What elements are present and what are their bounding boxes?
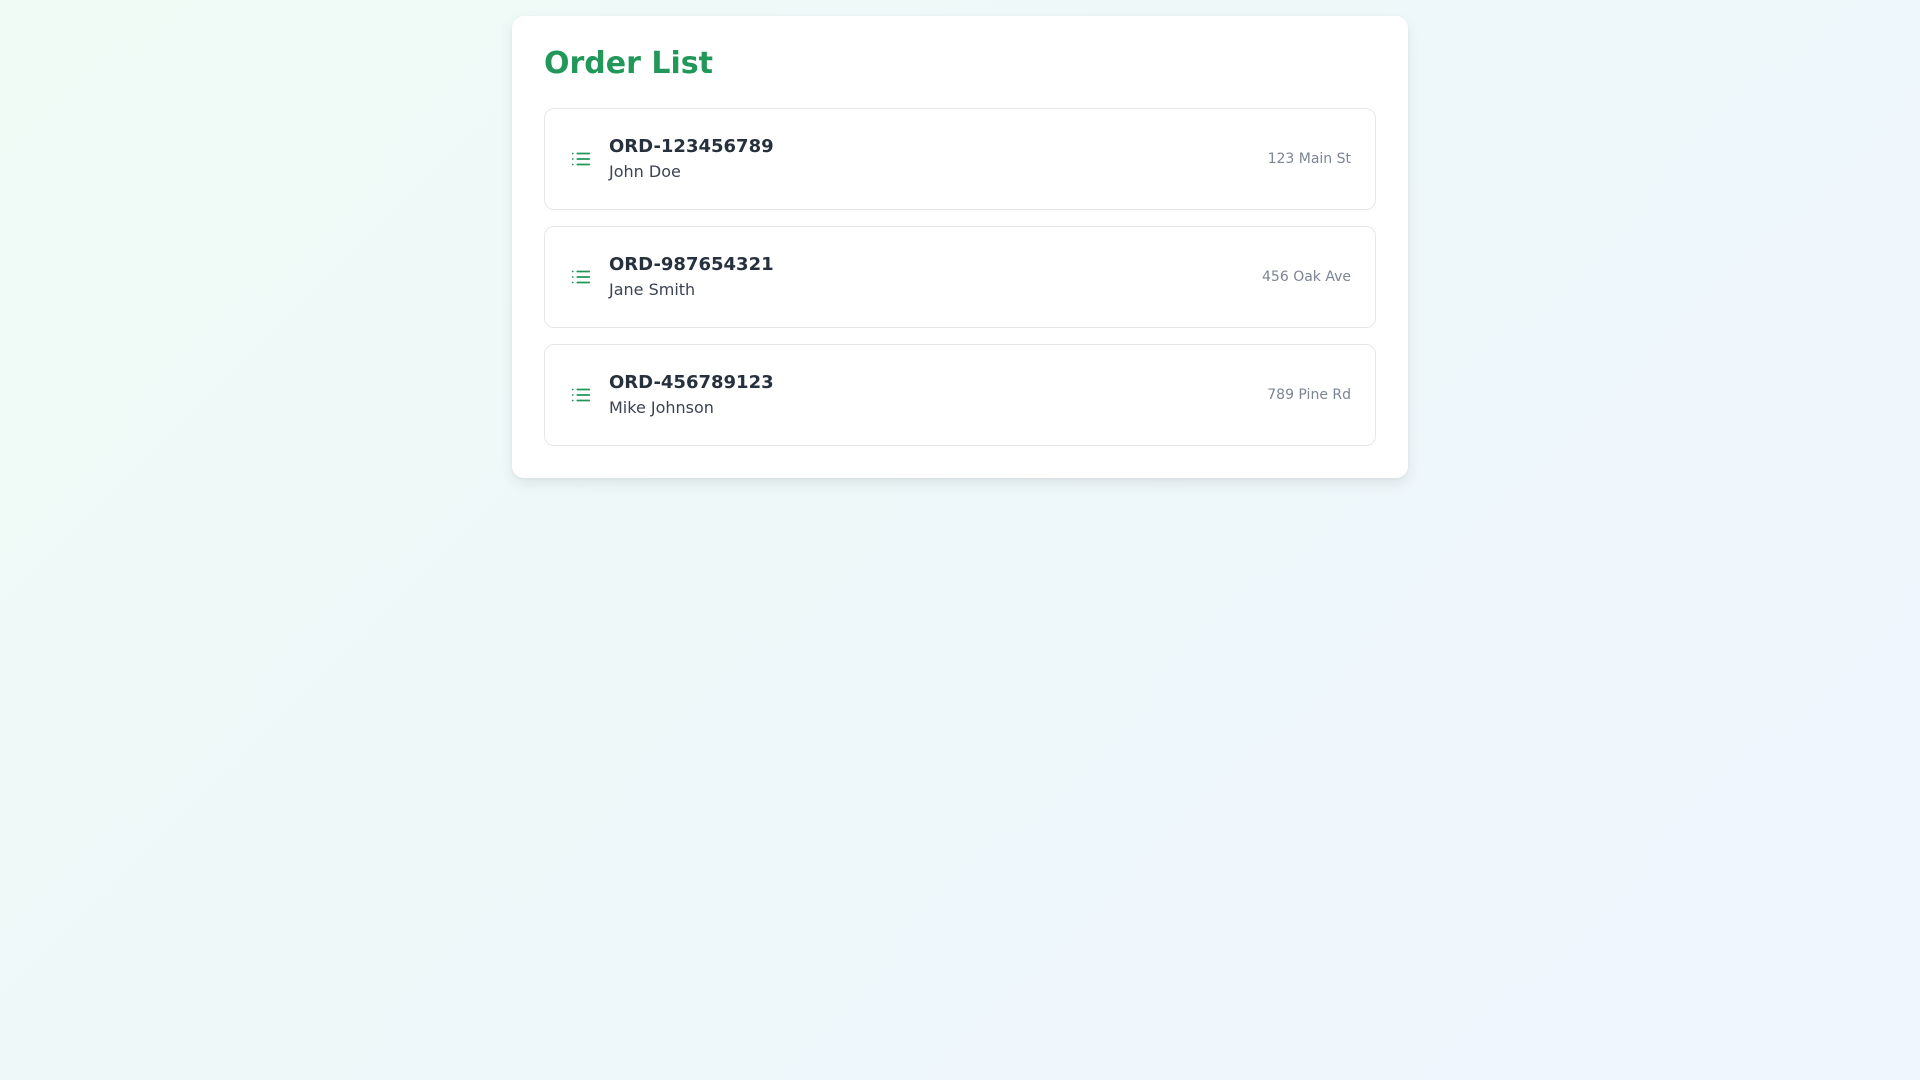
- list-icon: [569, 265, 593, 289]
- customer-name: Mike Johnson: [609, 398, 714, 417]
- order-id: ORD-123456789: [609, 136, 774, 157]
- order-address: 456 Oak Ave: [1262, 269, 1351, 285]
- order-address: 123 Main St: [1267, 151, 1351, 167]
- order-item[interactable]: ORD-123456789 John Doe 123 Main St: [544, 108, 1376, 210]
- page-title: Order List: [544, 46, 713, 81]
- order-item[interactable]: ORD-456789123 Mike Johnson 789 Pine Rd: [544, 344, 1376, 446]
- list-icon: [569, 147, 593, 171]
- order-info: ORD-123456789 John Doe: [609, 134, 1268, 184]
- customer-name: Jane Smith: [609, 280, 696, 299]
- order-id: ORD-456789123: [609, 372, 774, 393]
- order-list-card: Order List ORD-123456789 John Doe 123 Ma…: [512, 16, 1408, 478]
- order-id: ORD-987654321: [609, 254, 774, 275]
- order-address: 789 Pine Rd: [1267, 387, 1351, 403]
- order-info: ORD-456789123 Mike Johnson: [609, 370, 1267, 420]
- order-info: ORD-987654321 Jane Smith: [609, 252, 1262, 302]
- customer-name: John Doe: [609, 162, 681, 181]
- order-item[interactable]: ORD-987654321 Jane Smith 456 Oak Ave: [544, 226, 1376, 328]
- list-icon: [569, 383, 593, 407]
- order-list: ORD-123456789 John Doe 123 Main St ORD-9…: [544, 108, 1376, 446]
